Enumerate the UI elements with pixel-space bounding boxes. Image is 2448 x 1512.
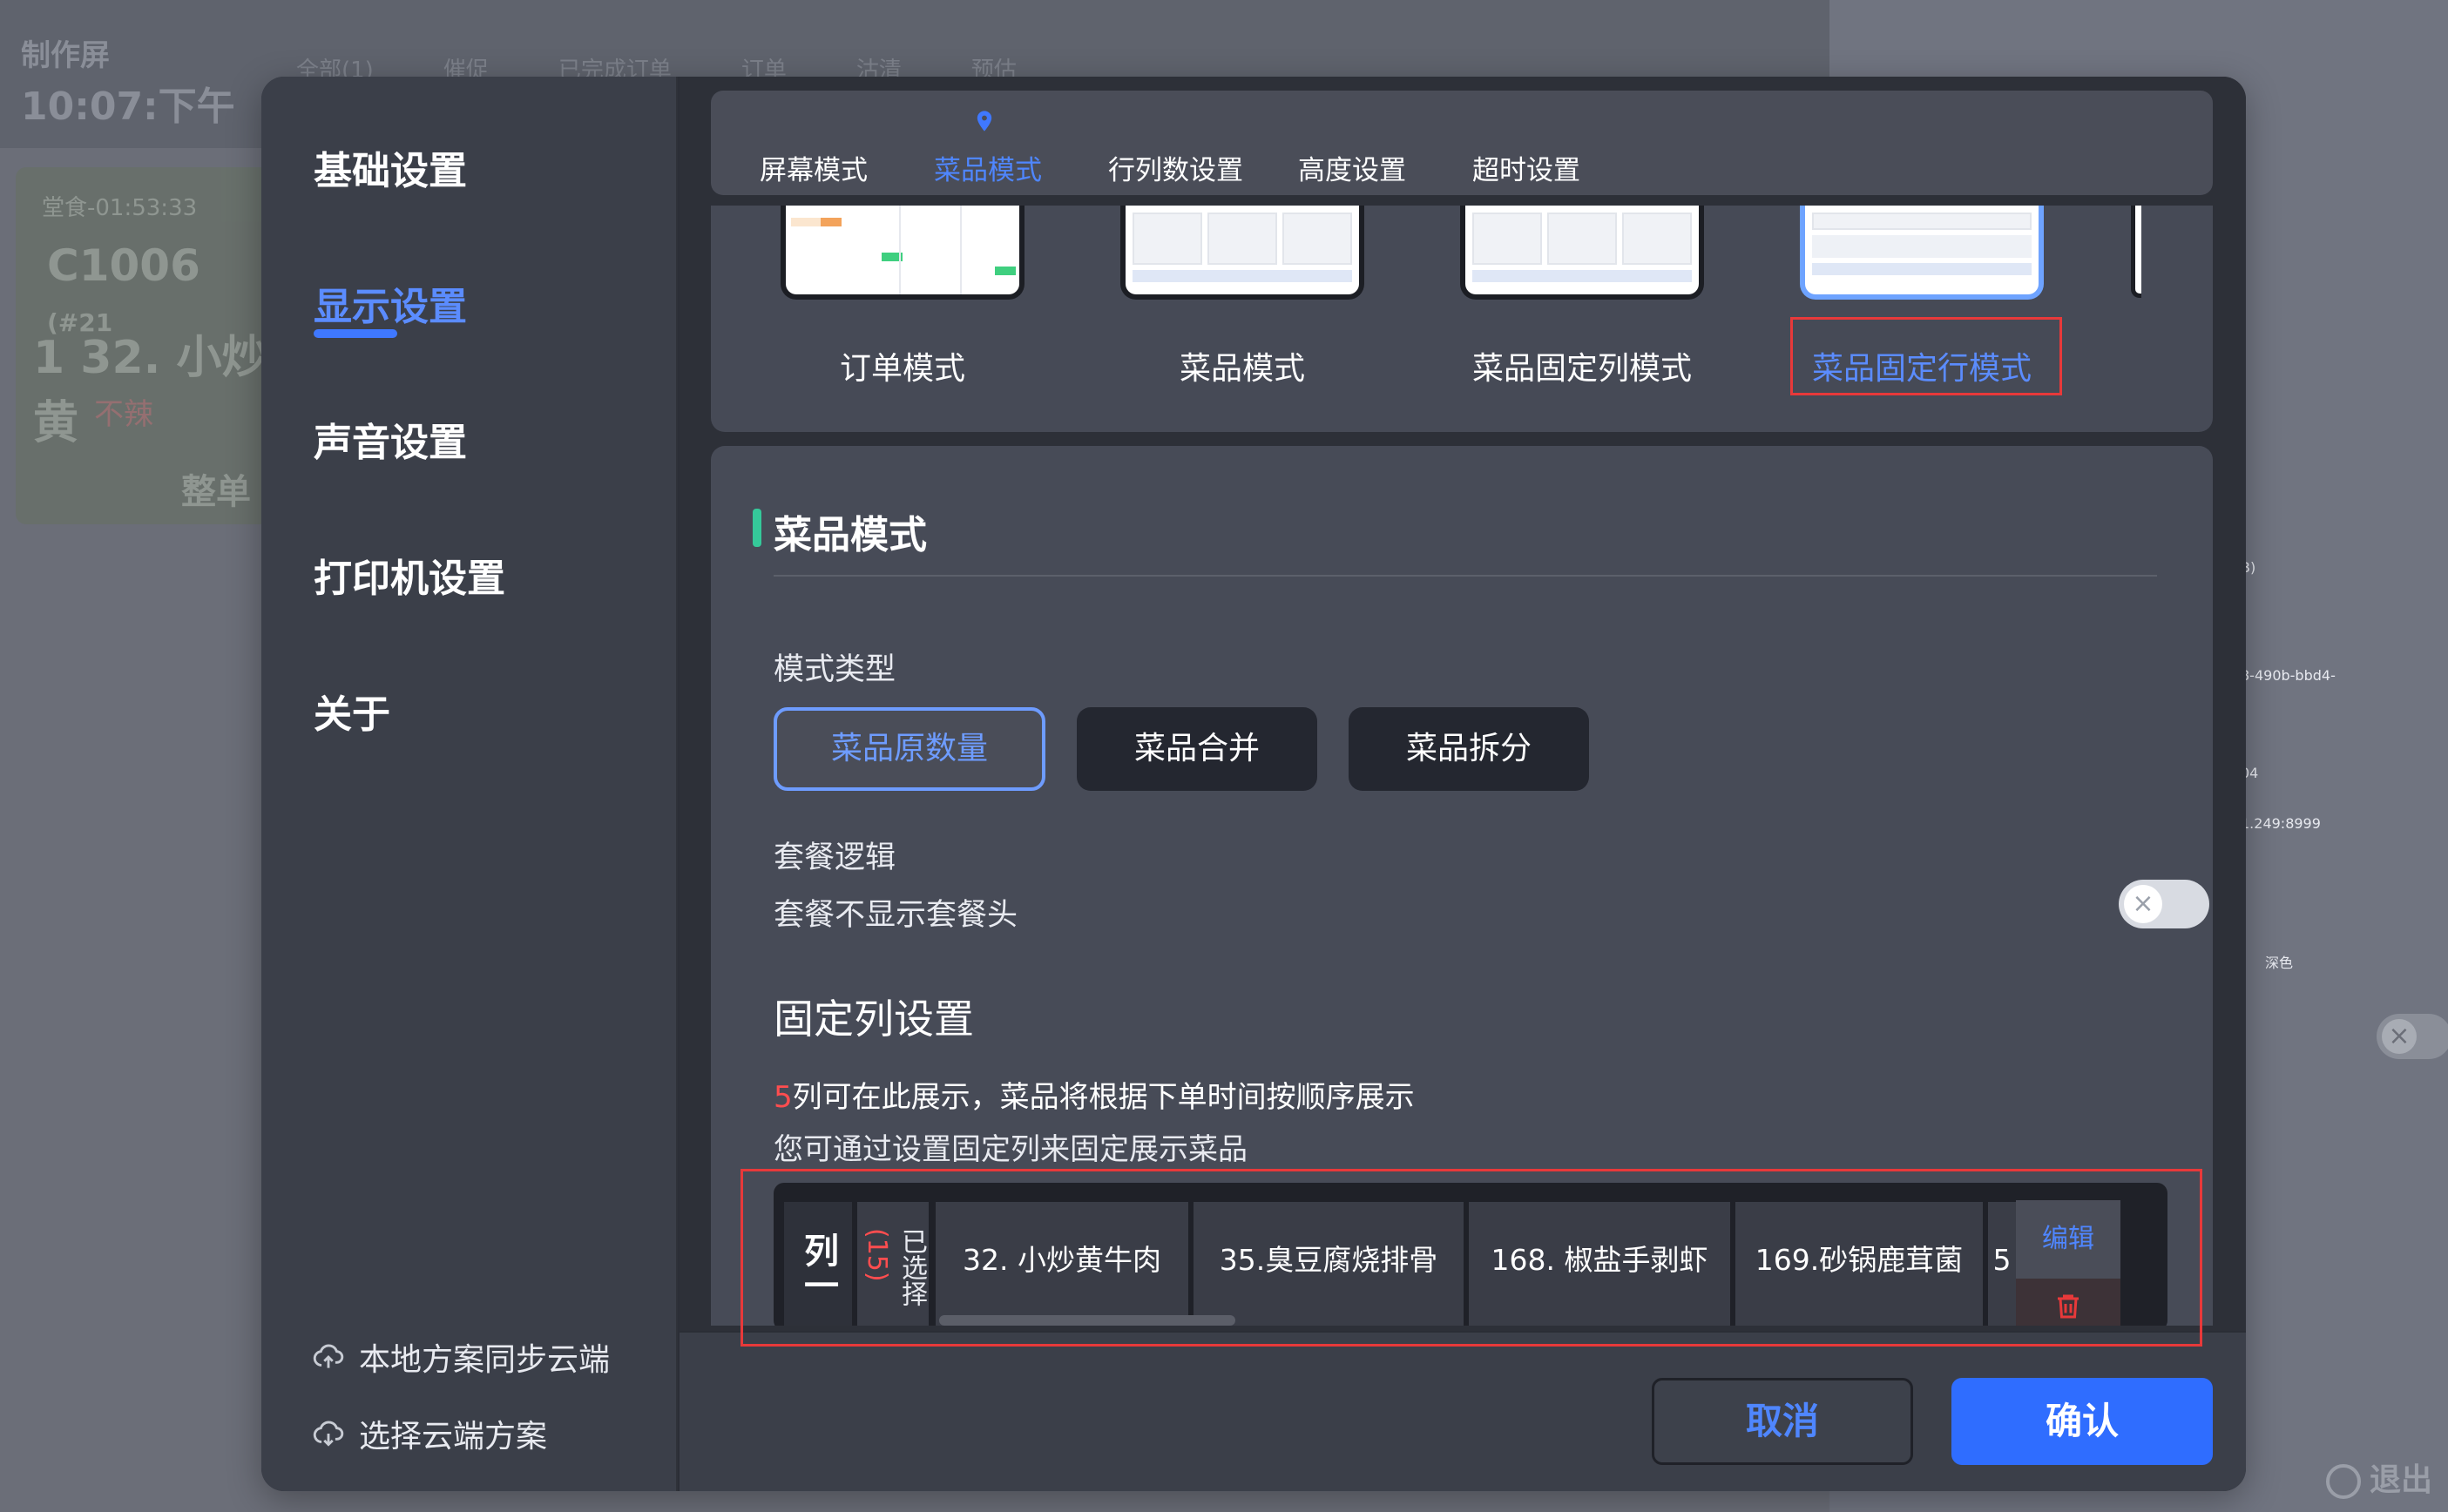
section-divider [774,575,2157,577]
cloud-upload-icon [313,1344,344,1368]
highlight-fixed-column-strip [740,1169,2202,1347]
settings-main: 屏幕模式 菜品模式 行列数设置 高度设置 超时设置 订单模式 菜品模式 菜品固定… [680,77,2246,1331]
close-icon: × [2124,885,2162,923]
bg-exit-button: 退出 [2326,1455,2432,1500]
thumb-mark [995,267,1016,275]
fixed-col-title: 固定列设置 [774,996,974,1043]
tab-screen-mode[interactable]: 屏幕模式 [760,148,868,187]
bg-card-item: 1 32. 小炒黄 [33,332,267,449]
fixed-col-hint: 您可通过设置固定列来固定展示菜品 [774,1132,1248,1167]
choose-cloud-plan-link[interactable]: 选择云端方案 [312,1411,547,1456]
sidebar-item-basic[interactable]: 基础设置 [314,139,467,195]
sidebar-item-about[interactable]: 关于 [314,683,390,739]
settings-sidebar: 基础设置 显示设置 声音设置 打印机设置 关于 本地方案同步云端 选择云端方案 [261,77,678,1491]
combo-logic-label: 套餐逻辑 [774,840,896,875]
confirm-button[interactable]: 确认 [1951,1378,2213,1465]
sync-to-cloud-label: 本地方案同步云端 [359,1342,611,1378]
highlight-fixed-row-mode [1790,317,2062,395]
bg-right-line4: 1.249:8999 [2241,815,2321,832]
mode-type-label: 模式类型 [774,652,896,687]
tab-height[interactable]: 高度设置 [1298,148,1406,187]
fixed-col-note: 5列可在此展示，菜品将根据下单时间按顺序展示 [774,1080,1415,1115]
tab-timeout[interactable]: 超时设置 [1472,148,1580,187]
cloud-download-icon [313,1421,344,1447]
sidebar-item-sound[interactable]: 声音设置 [314,411,467,467]
sidebar-active-indicator [314,329,397,338]
modal-footer: 取消 确认 [680,1331,2246,1491]
sidebar-item-display[interactable]: 显示设置 [314,275,467,331]
thumb-dish-mode[interactable] [1120,206,1364,300]
section-title: 菜品模式 [753,503,927,559]
tab-dish-mode[interactable]: 菜品模式 [934,148,1042,187]
bg-card-time: 堂食-01:53:33 [42,195,198,221]
display-tabs: 屏幕模式 菜品模式 行列数设置 高度设置 超时设置 [711,91,2213,195]
sidebar-item-printer[interactable]: 打印机设置 [314,547,505,603]
label-order-mode[interactable]: 订单模式 [763,343,1042,388]
thumb-fixed-row-mode[interactable] [1800,206,2044,300]
sync-to-cloud-link[interactable]: 本地方案同步云端 [312,1334,610,1380]
power-icon [2326,1464,2361,1499]
thumb-mark [821,218,842,226]
bg-theme-value: 深色 [2265,955,2294,971]
thumb-order-mode[interactable] [781,206,1025,300]
thumb-divider [960,206,962,294]
tab-rows-cols[interactable]: 行列数设置 [1108,148,1243,187]
bg-order-card: 堂食-01:53:33 C1006 (#21 1 32. 小炒黄 不辣 整单 [16,167,277,524]
col-count: 5 [774,1080,793,1115]
combo-header-toggle[interactable]: × [2119,880,2209,928]
cancel-button[interactable]: 取消 [1652,1378,1913,1465]
thumb-fixed-col-mode[interactable] [1460,206,1704,300]
bg-card-action: 整单 [181,472,251,512]
bg-clock: 10:07:下午 [21,84,235,129]
choose-cloud-plan-label: 选择云端方案 [359,1419,548,1455]
thumb-mark [791,218,821,226]
bg-card-tag: 不辣 [94,397,153,432]
thumb-divider [899,206,901,294]
bg-right-line2: 8-490b-bbd4- [2241,667,2336,684]
combo-option-label: 套餐不显示套餐头 [774,898,1018,933]
bg-title: 制作屏 [21,38,110,73]
location-pin-icon [977,111,992,132]
label-dish-mode[interactable]: 菜品模式 [1103,343,1382,388]
thumb-next-partial [2131,206,2141,298]
mode-split-button[interactable]: 菜品拆分 [1349,707,1589,791]
label-fixed-col-mode[interactable]: 菜品固定列模式 [1443,343,1721,388]
mode-merge-button[interactable]: 菜品合并 [1077,707,1317,791]
mode-original-qty-button[interactable]: 菜品原数量 [774,707,1045,791]
bg-toggle [2377,1014,2448,1059]
